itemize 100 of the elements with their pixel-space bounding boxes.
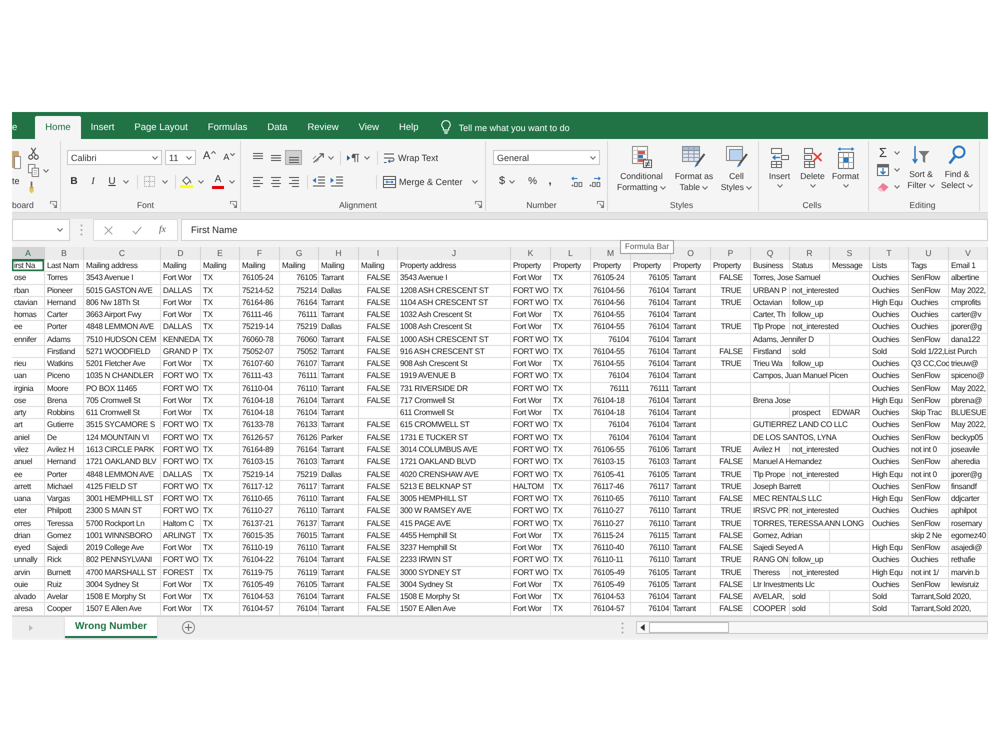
table-cell: FORT WO bbox=[511, 296, 551, 310]
table-cell: TX bbox=[201, 603, 240, 616]
table-cell: Tarrant bbox=[319, 480, 359, 494]
table-cell: 76060-78 bbox=[240, 334, 280, 346]
table-cell: TRUE bbox=[711, 296, 751, 310]
table-cell: orres bbox=[12, 518, 45, 530]
table-cell: Tarrant bbox=[319, 358, 359, 370]
table-cell: not int 0 bbox=[909, 444, 949, 456]
table-cell: 76015 bbox=[280, 530, 319, 542]
table-cell: 3005 HEMPHILL ST bbox=[398, 493, 511, 506]
table-cell: 4020 CRENSHAW AVE bbox=[398, 468, 511, 481]
table-cell: TX bbox=[201, 480, 240, 494]
table-cell: follow_up bbox=[790, 554, 870, 567]
table-cell: FORT WO bbox=[511, 554, 551, 567]
table-cell: 76104 bbox=[280, 407, 319, 420]
table-cell: Hernand bbox=[45, 456, 84, 469]
table-cell: 76110-27 bbox=[591, 505, 631, 518]
table-cell: TX bbox=[551, 554, 591, 567]
table-cell: art bbox=[12, 419, 45, 432]
table-cell: FALSE bbox=[359, 468, 398, 481]
table-cell: Brena bbox=[45, 394, 84, 408]
table-cell: Ouchies bbox=[870, 309, 909, 322]
table-cell: 76104 bbox=[631, 603, 671, 616]
table-cell: High Equ bbox=[870, 542, 909, 554]
table-cell: 76110 bbox=[280, 382, 319, 395]
table-cell: Ouchies bbox=[870, 370, 909, 383]
table-cell: asajedi@ bbox=[949, 542, 988, 554]
table-cell: Ouchies bbox=[870, 578, 909, 592]
table-cell: Fort Wor bbox=[511, 542, 551, 554]
table-cell: TX bbox=[201, 505, 240, 518]
table-cell: TX bbox=[201, 456, 240, 469]
table-cell: Property bbox=[711, 260, 751, 272]
table-cell: arty bbox=[12, 407, 45, 420]
table-cell: Torres, Jose Samuel bbox=[751, 272, 870, 285]
table-cell: anuel bbox=[12, 456, 45, 469]
table-cell: TRUE bbox=[711, 444, 751, 456]
table-cell: De bbox=[45, 432, 84, 444]
table-cell: FALSE bbox=[359, 566, 398, 579]
table-cell: Fort Wor bbox=[511, 407, 551, 420]
table-cell: Fort Wor bbox=[511, 272, 551, 285]
table-cell: FORT WO bbox=[511, 432, 551, 444]
table-cell: 76126 bbox=[280, 432, 319, 444]
table-cell: Tlp Prope bbox=[751, 468, 790, 481]
table-cell: TX bbox=[201, 309, 240, 322]
table-cell: Torres bbox=[45, 272, 84, 285]
table-cell: Hernand bbox=[45, 296, 84, 310]
table-cell: aniel bbox=[12, 432, 45, 444]
table-cell: follow_up bbox=[790, 296, 870, 310]
table-cell: Gutierre bbox=[45, 419, 84, 432]
table-cell: ose bbox=[12, 394, 45, 408]
table-cell: TX bbox=[201, 370, 240, 383]
table-cell: EDWAR bbox=[830, 407, 870, 420]
table-cell: TRUE bbox=[711, 284, 751, 297]
table-cell: dana122 bbox=[949, 334, 988, 346]
table-cell: aphilpot bbox=[949, 505, 988, 518]
table-cell: Avelar bbox=[45, 591, 84, 604]
table-cell: Lists bbox=[870, 260, 909, 272]
table-cell: sold bbox=[790, 591, 830, 604]
table-cell: jporer@g bbox=[949, 321, 988, 334]
table-cell: sold bbox=[790, 603, 830, 616]
table-cell: 611 Cromwell St bbox=[84, 407, 161, 420]
table-cell: Mailing bbox=[359, 260, 398, 272]
table-cell: Sold bbox=[870, 591, 909, 604]
table-cell: COOPER bbox=[751, 603, 790, 616]
table-cell: Tarrant bbox=[319, 530, 359, 542]
table-cell: AVELAR, bbox=[751, 591, 790, 604]
table-cell: Philpott bbox=[45, 505, 84, 518]
table-cell: 3237 Hemphill St bbox=[398, 542, 511, 554]
table-cell: TX bbox=[551, 309, 591, 322]
table-cell: 76137 bbox=[280, 518, 319, 530]
table-cell: FALSE bbox=[359, 382, 398, 395]
table-cell: TX bbox=[201, 468, 240, 481]
table-cell: Dallas bbox=[319, 468, 359, 481]
table-cell: FORT WO bbox=[511, 505, 551, 518]
table-cell: rieu bbox=[12, 358, 45, 370]
table-cell: Fort Wor bbox=[511, 603, 551, 616]
table-cell: Property bbox=[591, 260, 631, 272]
table-cell: egomez40 bbox=[949, 530, 988, 542]
table-cell: Tarrant bbox=[319, 505, 359, 518]
table-cell: TX bbox=[551, 603, 591, 616]
table-cell: cmprofits bbox=[949, 296, 988, 310]
table-cell: 76104 bbox=[280, 591, 319, 604]
table-cell: 76111 bbox=[591, 382, 631, 395]
table-cell: TX bbox=[201, 591, 240, 604]
table-cell: 75219-14 bbox=[240, 468, 280, 481]
table-cell: not_interested bbox=[790, 566, 870, 579]
table-cell: Fort Wor bbox=[161, 358, 201, 370]
table-cell: 76104-22 bbox=[240, 554, 280, 567]
table-cell: 76111-43 bbox=[240, 370, 280, 383]
table-cell: aheredia bbox=[949, 456, 988, 469]
table-cell: TX bbox=[551, 444, 591, 456]
table-cell: 76164 bbox=[280, 296, 319, 310]
table-cell: drian bbox=[12, 530, 45, 542]
table-cell: TRUE bbox=[711, 505, 751, 518]
table-cell: FALSE bbox=[711, 542, 751, 554]
table-cell: Property bbox=[631, 260, 671, 272]
table-cell: KENNEDA bbox=[161, 334, 201, 346]
table-cell: 76126-57 bbox=[240, 432, 280, 444]
table-cell: FORT WO bbox=[511, 382, 551, 395]
table-cell: 76104 bbox=[631, 407, 671, 420]
